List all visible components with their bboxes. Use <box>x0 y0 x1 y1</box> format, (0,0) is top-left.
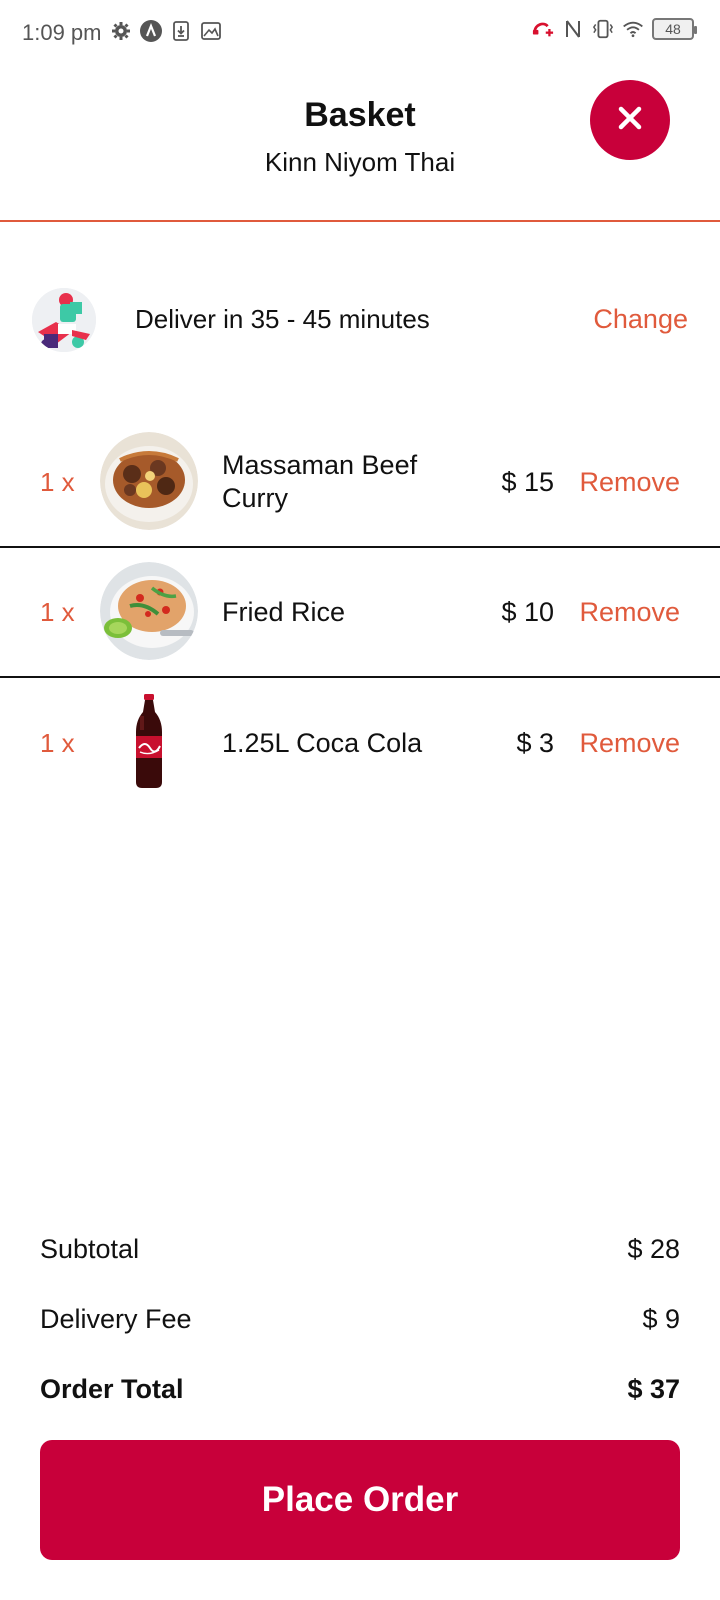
vibrate-icon <box>592 18 614 40</box>
status-left-icons <box>110 20 222 42</box>
item-name: Massaman Beef Curry <box>222 450 418 513</box>
remove-item-button[interactable]: Remove <box>579 418 680 546</box>
coca-cola-bottle-image <box>100 692 198 790</box>
assistant-icon <box>140 20 162 42</box>
status-time: 1:09 pm <box>22 20 102 45</box>
basket-item-row: 1 x 1.25L Coca Cola $ 3 Remove <box>0 678 720 808</box>
place-order-button[interactable]: Place Order <box>40 1440 680 1560</box>
subtotal-value: $ 28 <box>627 1234 680 1264</box>
delivery-rider-avatar <box>32 288 96 352</box>
fried-rice-image <box>100 562 198 660</box>
battery-level: 48 <box>665 21 681 37</box>
item-quantity: 1 x <box>40 466 75 497</box>
basket-header: Basket Kinn Niyom Thai <box>0 66 720 222</box>
item-name: 1.25L Coca Cola <box>222 727 423 758</box>
subtotal-row: Subtotal $ 28 <box>40 1228 680 1298</box>
order-total-value: $ 37 <box>627 1374 680 1404</box>
place-order-label: Place Order <box>261 1480 459 1519</box>
curry-image <box>100 432 198 530</box>
delivery-fee-label: Delivery Fee <box>40 1304 192 1334</box>
change-delivery-link[interactable]: Change <box>593 304 688 335</box>
item-quantity: 1 x <box>40 727 75 758</box>
battery-icon: 48 <box>652 18 697 40</box>
order-totals: Subtotal $ 28 Delivery Fee $ 9 Order Tot… <box>40 1228 680 1438</box>
delivery-time-row: Deliver in 35 - 45 minutes Change <box>0 282 720 358</box>
item-price: $ 10 <box>501 596 554 627</box>
call-forward-icon <box>532 18 554 40</box>
item-price: $ 3 <box>516 727 554 758</box>
nfc-icon <box>562 18 584 40</box>
gear-icon <box>110 20 132 42</box>
download-icon <box>170 20 192 42</box>
status-right-icons: 48 <box>532 18 697 40</box>
remove-item-button[interactable]: Remove <box>579 548 680 676</box>
subtotal-label: Subtotal <box>40 1234 140 1264</box>
order-total-row: Order Total $ 37 <box>40 1368 680 1438</box>
delivery-estimate: Deliver in 35 - 45 minutes <box>135 304 430 334</box>
order-total-label: Order Total <box>40 1374 184 1404</box>
status-bar: 1:09 pm 48 <box>0 0 720 66</box>
basket-item-row: 1 x Massaman Beef Curry $ 15 Remove <box>0 418 720 548</box>
basket-items: 1 x Massaman Beef Curry $ 15 Remove 1 x <box>0 418 720 808</box>
delivery-fee-row: Delivery Fee $ 9 <box>40 1298 680 1368</box>
item-quantity: 1 x <box>40 596 75 627</box>
close-button[interactable] <box>590 80 670 160</box>
remove-item-button[interactable]: Remove <box>579 678 680 808</box>
delivery-fee-value: $ 9 <box>642 1304 680 1334</box>
item-name: Fried Rice <box>222 596 346 627</box>
item-price: $ 15 <box>501 466 554 497</box>
image-icon <box>200 20 222 42</box>
basket-item-row: 1 x Fried Rice $ 10 Remove <box>0 548 720 678</box>
wifi-icon <box>622 18 644 40</box>
close-icon <box>616 104 644 137</box>
